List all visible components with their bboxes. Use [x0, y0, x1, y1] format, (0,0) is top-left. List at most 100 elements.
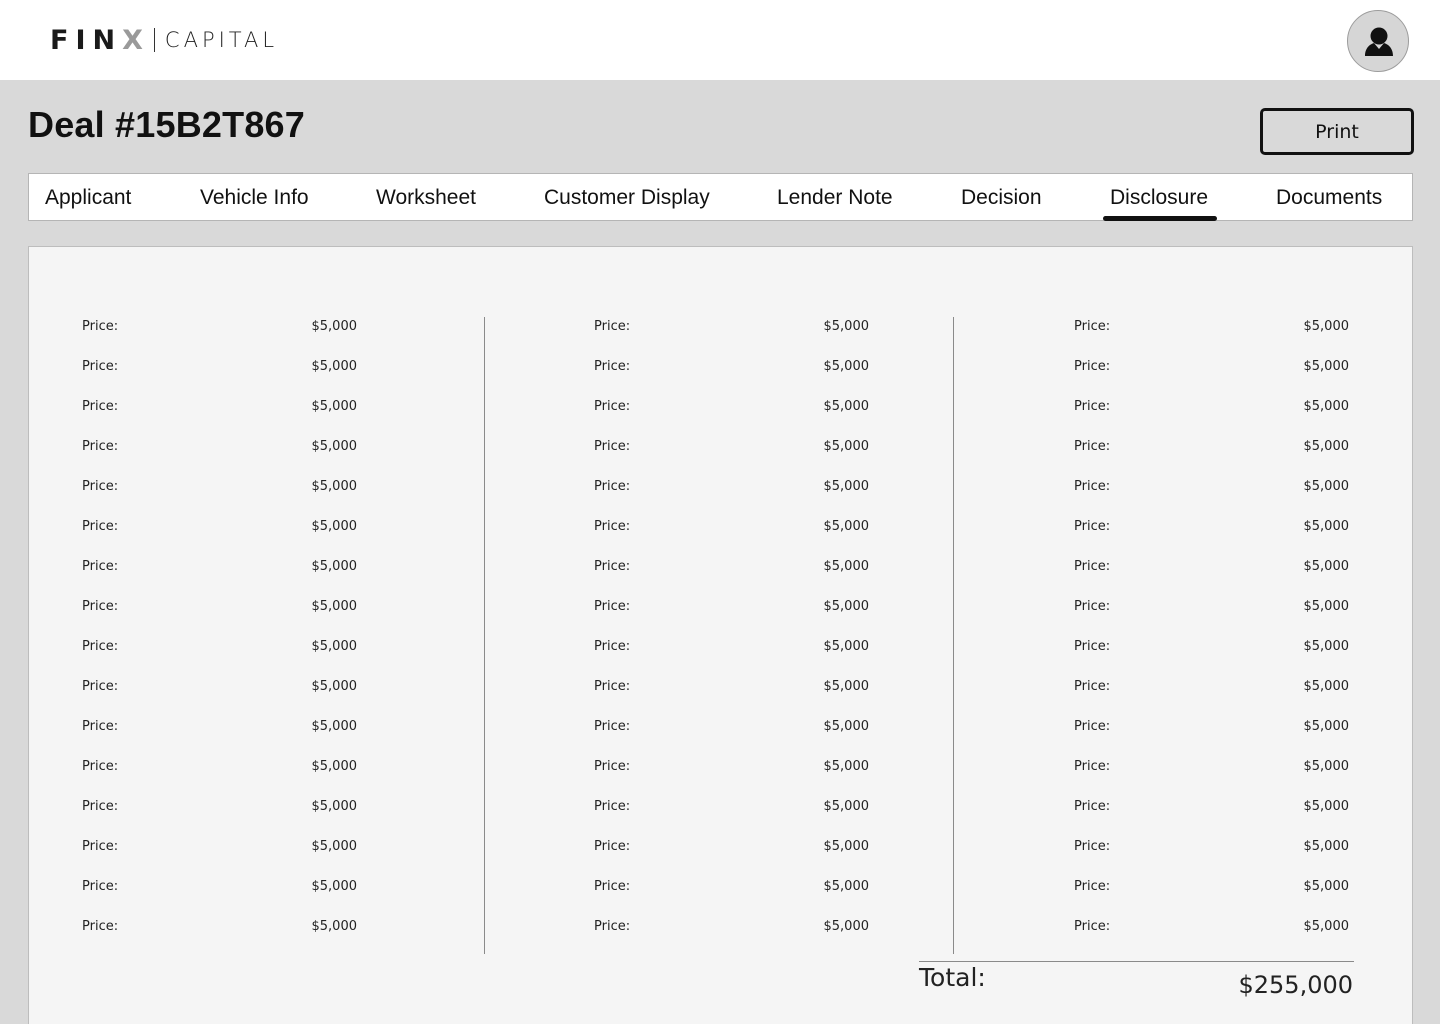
price-label: Price: [82, 319, 119, 334]
price-row: Price: $5,000 [594, 393, 869, 433]
price-row: Price: $5,000 [82, 673, 357, 713]
price-label: Price: [594, 719, 631, 734]
price-value: $5,000 [823, 679, 870, 694]
price-label: Price: [82, 439, 119, 454]
price-value: $5,000 [1303, 759, 1350, 774]
price-value: $5,000 [823, 319, 870, 334]
price-row: Price: $5,000 [1074, 513, 1349, 553]
price-value: $5,000 [311, 839, 358, 854]
price-label: Price: [82, 839, 119, 854]
price-value: $5,000 [823, 399, 870, 414]
price-value: $5,000 [1303, 799, 1350, 814]
price-value: $5,000 [823, 879, 870, 894]
price-row: Price: $5,000 [594, 433, 869, 473]
price-row: Price: $5,000 [594, 873, 869, 913]
price-row: Price: $5,000 [1074, 913, 1349, 953]
price-label: Price: [1074, 559, 1111, 574]
price-value: $5,000 [823, 759, 870, 774]
price-value: $5,000 [1303, 719, 1350, 734]
price-value: $5,000 [823, 559, 870, 574]
price-value: $5,000 [1303, 399, 1350, 414]
price-label: Price: [594, 439, 631, 454]
price-value: $5,000 [311, 759, 358, 774]
price-label: Price: [594, 319, 631, 334]
price-value: $5,000 [823, 799, 870, 814]
price-row: Price: $5,000 [1074, 313, 1349, 353]
price-value: $5,000 [823, 639, 870, 654]
price-label: Price: [82, 719, 119, 734]
price-row: Price: $5,000 [82, 513, 357, 553]
active-tab-indicator [1103, 216, 1217, 221]
price-value: $5,000 [311, 639, 358, 654]
user-avatar[interactable] [1347, 10, 1409, 72]
price-row: Price: $5,000 [1074, 433, 1349, 473]
price-row: Price: $5,000 [1074, 673, 1349, 713]
price-label: Price: [594, 919, 631, 934]
user-icon [1365, 27, 1393, 56]
tab-applicant[interactable]: Applicant [45, 174, 131, 221]
price-label: Price: [594, 639, 631, 654]
logo-wordmark: CAPITAL [164, 28, 279, 52]
price-value: $5,000 [311, 559, 358, 574]
price-value: $5,000 [1303, 479, 1350, 494]
tab-disclosure[interactable]: Disclosure [1110, 174, 1208, 221]
price-label: Price: [1074, 719, 1111, 734]
top-bar: FINX CAPITAL [0, 0, 1440, 80]
disclosure-column-3: Price: $5,000 Price: $5,000 Price: $5,000 Pric… [1074, 313, 1349, 953]
price-label: Price: [1074, 679, 1111, 694]
price-label: Price: [1074, 439, 1111, 454]
tab-worksheet[interactable]: Worksheet [376, 174, 476, 221]
price-row: Price: $5,000 [82, 793, 357, 833]
price-row: Price: $5,000 [82, 313, 357, 353]
price-row: Price: $5,000 [1074, 833, 1349, 873]
price-value: $5,000 [311, 719, 358, 734]
price-value: $5,000 [1303, 879, 1350, 894]
brand-logo[interactable]: FINX CAPITAL [50, 24, 278, 56]
disclosure-column-1: Price: $5,000 Price: $5,000 Price: $5,000 Pric… [82, 313, 357, 953]
print-button[interactable]: Print [1260, 108, 1414, 155]
price-row: Price: $5,000 [82, 873, 357, 913]
price-label: Price: [1074, 319, 1111, 334]
price-row: Price: $5,000 [594, 473, 869, 513]
price-label: Price: [594, 519, 631, 534]
price-value: $5,000 [1303, 519, 1350, 534]
price-label: Price: [82, 799, 119, 814]
tab-vehicle-info[interactable]: Vehicle Info [200, 174, 309, 221]
price-label: Price: [594, 399, 631, 414]
price-row: Price: $5,000 [594, 633, 869, 673]
price-value: $5,000 [1303, 319, 1350, 334]
tab-customer-display[interactable]: Customer Display [544, 174, 710, 221]
price-row: Price: $5,000 [82, 433, 357, 473]
price-value: $5,000 [311, 919, 358, 934]
tab-bar: Applicant Vehicle Info Worksheet Custome… [28, 173, 1413, 221]
logo-mark: FINX [50, 24, 150, 56]
tab-lender-note[interactable]: Lender Note [777, 174, 893, 221]
price-row: Price: $5,000 [1074, 793, 1349, 833]
price-value: $5,000 [823, 439, 870, 454]
price-value: $5,000 [1303, 679, 1350, 694]
price-row: Price: $5,000 [82, 353, 357, 393]
price-value: $5,000 [823, 479, 870, 494]
total-value: $255,000 [1238, 971, 1353, 999]
logo-divider [153, 28, 155, 52]
price-label: Price: [82, 359, 119, 374]
price-value: $5,000 [1303, 599, 1350, 614]
price-row: Price: $5,000 [1074, 353, 1349, 393]
price-row: Price: $5,000 [1074, 633, 1349, 673]
price-value: $5,000 [311, 519, 358, 534]
price-row: Price: $5,000 [594, 513, 869, 553]
price-label: Price: [1074, 879, 1111, 894]
price-label: Price: [1074, 919, 1111, 934]
price-value: $5,000 [1303, 359, 1350, 374]
price-value: $5,000 [823, 919, 870, 934]
price-label: Price: [594, 839, 631, 854]
price-row: Price: $5,000 [82, 713, 357, 753]
total-label: Total: [919, 963, 986, 992]
price-row: Price: $5,000 [1074, 553, 1349, 593]
price-row: Price: $5,000 [594, 553, 869, 593]
price-row: Price: $5,000 [594, 793, 869, 833]
price-label: Price: [594, 479, 631, 494]
price-row: Price: $5,000 [82, 833, 357, 873]
tab-decision[interactable]: Decision [961, 174, 1042, 221]
tab-documents[interactable]: Documents [1276, 174, 1382, 221]
